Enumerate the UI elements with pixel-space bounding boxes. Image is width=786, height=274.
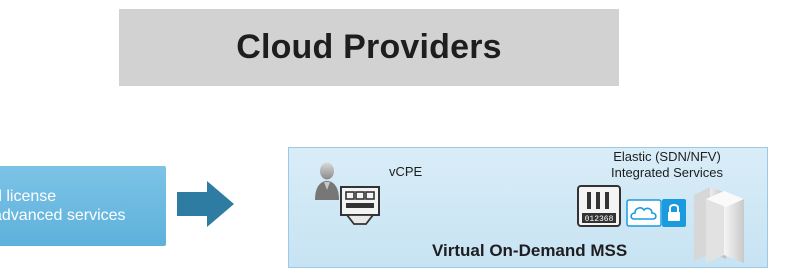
elastic-services-label: Elastic (SDN/NFV) Integrated Services	[562, 149, 772, 181]
lock-icon	[662, 199, 686, 227]
appliance-display: 012368	[585, 215, 614, 224]
cloud-icon	[626, 199, 662, 227]
server-rack-icon	[694, 187, 744, 263]
vcpe-label: vCPE	[389, 164, 423, 179]
license-line-1: d license	[0, 188, 57, 205]
elastic-line-2: Integrated Services	[610, 165, 723, 180]
firewall-appliance-icon: 012368	[577, 185, 621, 227]
vcpe-device-icon	[340, 186, 380, 225]
user-icon	[315, 162, 339, 200]
license-box: d license advanced services	[0, 166, 166, 246]
page-title: Cloud Providers	[236, 28, 502, 66]
title-banner: Cloud Providers	[119, 9, 619, 86]
diagram-canvas: Cloud Providers d license advanced servi…	[0, 0, 786, 274]
license-line-2: advanced services	[0, 207, 126, 224]
right-arrow-icon	[177, 181, 234, 227]
elastic-line-1: Elastic (SDN/NFV)	[613, 149, 721, 164]
mss-title: Virtual On-Demand MSS	[432, 241, 628, 260]
